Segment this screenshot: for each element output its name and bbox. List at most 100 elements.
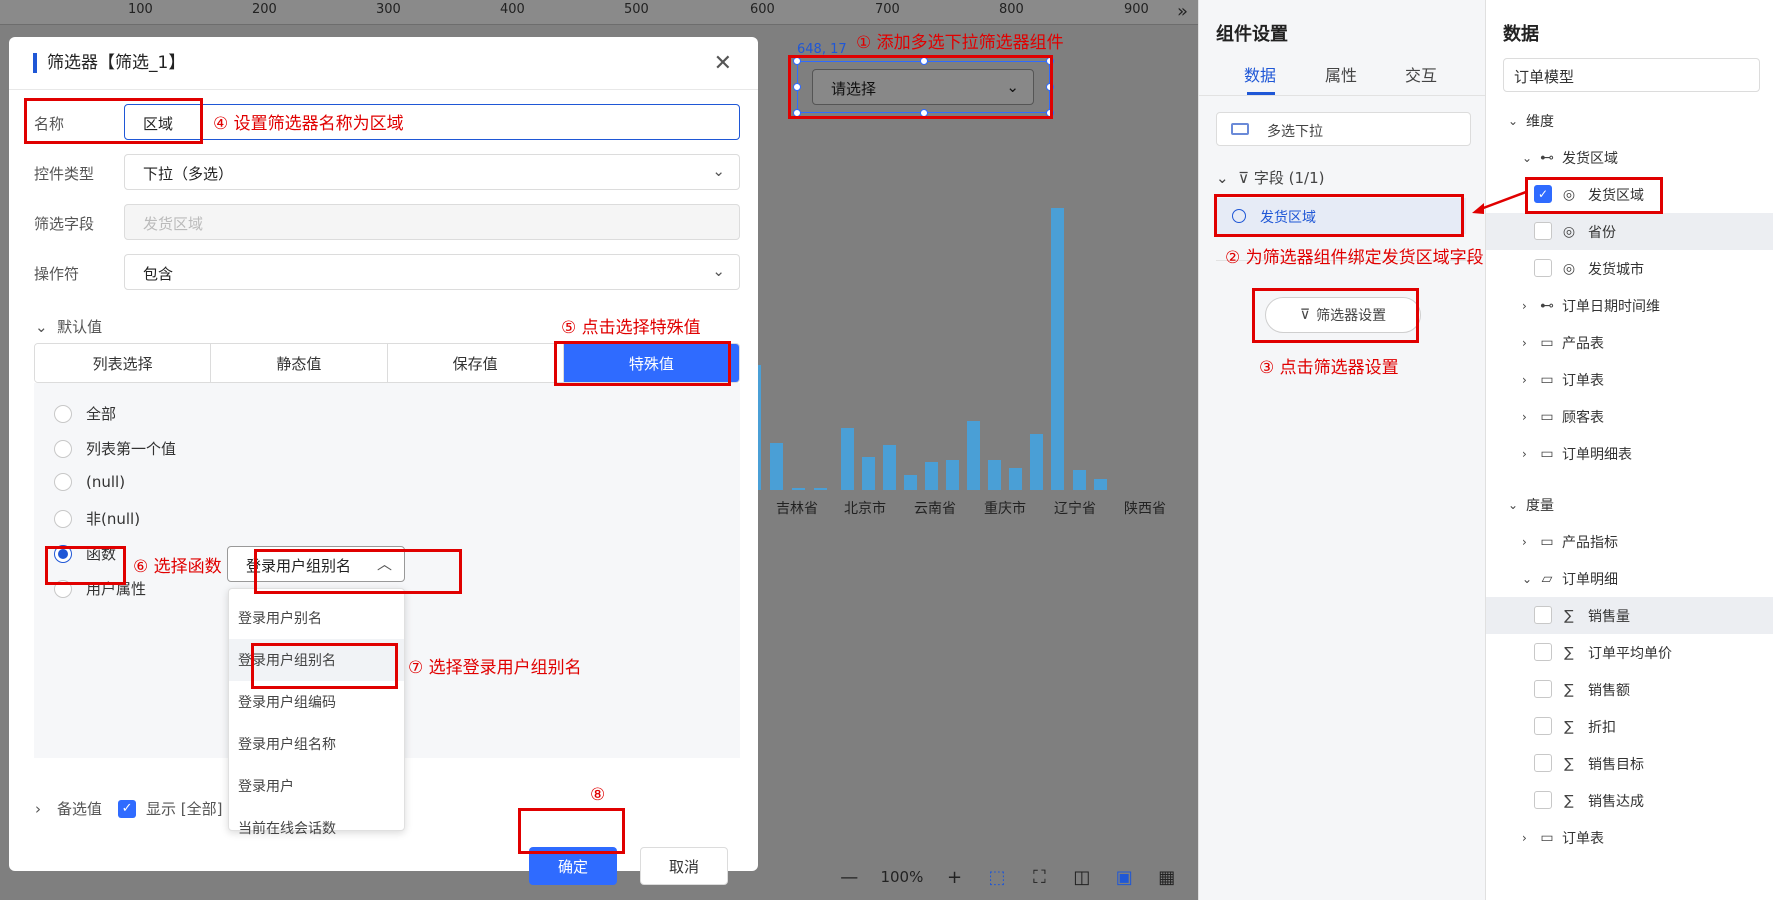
radio-label: 函数 [86,545,117,563]
radio-button[interactable] [54,439,72,458]
tab-interaction[interactable]: 交互 [1405,62,1437,86]
radio-button[interactable] [54,579,72,598]
field-checkbox[interactable] [1534,680,1552,698]
tree-measure[interactable]: ∑ 销售达成 [1486,782,1773,819]
resize-handle[interactable] [920,57,928,65]
sigma-icon: ∑ [1564,607,1574,624]
confirm-button[interactable]: 确定 [529,847,617,885]
tree-dimensions[interactable]: ⌄ 维度 [1486,102,1773,139]
tree-measure[interactable]: ∑ 折扣 [1486,708,1773,745]
globe-icon [1232,209,1246,223]
resize-handle[interactable] [793,57,801,65]
resize-handle[interactable] [1046,57,1054,65]
tree-folder[interactable]: › ▭ 订单表 [1486,819,1773,856]
radio-not-null[interactable]: 非(null) [54,508,140,529]
chevron-right-icon[interactable]: › [35,800,41,818]
field-checkbox[interactable] [1534,791,1552,809]
close-icon[interactable]: ✕ [714,51,732,76]
show-all-checkbox[interactable]: ✓ [118,799,137,818]
tree-label: 产品表 [1562,335,1604,352]
resize-handle[interactable] [793,109,801,117]
model-select[interactable]: 订单模型 [1503,58,1760,92]
field-checkbox[interactable] [1534,643,1552,661]
tree-folder[interactable]: ⌄ ▱ 订单明细 [1486,560,1773,597]
field-checkbox[interactable] [1534,259,1552,277]
field-checkbox[interactable]: ✓ [1534,185,1552,203]
filter-widget-select[interactable]: 请选择 ⌄ [812,69,1034,105]
chevron-down-icon: ⌄ [712,162,725,180]
resize-handle[interactable] [793,83,801,91]
radio-null[interactable]: (null) [54,473,125,491]
layout-icon[interactable]: ◫ [1071,864,1093,890]
fit-screen-icon[interactable]: ⛶ [1028,864,1050,890]
tree-dim-group[interactable]: ⌄ ⊷ 发货区域 [1486,139,1773,176]
chart-bar [967,421,980,490]
tab-data[interactable]: 数据 [1244,62,1276,86]
annotation-step-2: ② 为筛选器组件绑定发货区域字段 [1225,248,1484,268]
function-select[interactable]: 登录用户组别名 ︿ [227,546,405,582]
tree-field-province[interactable]: ◎ 省份 [1486,213,1773,250]
default-value-section-toggle[interactable]: ⌄ 默认值 [35,316,102,337]
tab-saved-value[interactable]: 保存值 [387,344,564,382]
show-all-label: 显示 [全部] [146,800,223,818]
tree-label: 销售达成 [1588,793,1644,810]
tree-measure[interactable]: ∑ 销售目标 [1486,745,1773,782]
radio-first-value[interactable]: 列表第一个值 [54,438,176,459]
radio-user-attribute[interactable]: 用户属性 [54,578,146,599]
tree-folder[interactable]: › ⊷ 订单日期时间维 [1486,287,1773,324]
zoom-in-icon[interactable]: + [943,864,965,890]
select-area-icon[interactable]: ⬚ [986,864,1008,890]
tree-measures[interactable]: ⌄ 度量 [1486,486,1773,523]
tree-folder[interactable]: › ▭ 订单表 [1486,361,1773,398]
radio-button[interactable] [54,509,72,528]
radio-button[interactable] [54,544,72,563]
multi-select-filter-widget[interactable]: 请选择 ⌄ [793,57,1054,117]
tab-list-select[interactable]: 列表选择 [35,344,212,382]
field-checkbox[interactable] [1534,754,1552,772]
tab-properties[interactable]: 属性 [1325,62,1357,86]
grid-icon[interactable]: ▦ [1156,864,1178,890]
tree-folder[interactable]: › ▭ 产品指标 [1486,523,1773,560]
annotation-step-1: ① 添加多选下拉筛选器组件 [856,33,1064,53]
zoom-out-icon[interactable]: — [838,864,860,890]
tree-folder[interactable]: › ▭ 顾客表 [1486,398,1773,435]
tree-measure[interactable]: ∑ 订单平均单价 [1486,634,1773,671]
operator-value: 包含 [143,265,174,283]
dropdown-widget-icon [1231,123,1249,135]
field-checkbox[interactable] [1534,606,1552,624]
radio-button[interactable] [54,404,72,423]
bound-field-item[interactable]: 发货区域 [1216,198,1466,234]
resize-handle[interactable] [1046,109,1054,117]
dropdown-option[interactable]: 登录用户别名 [229,597,404,639]
fields-header[interactable]: ⌄ ⊽ 字段 (1/1) [1216,167,1324,188]
operator-select[interactable]: 包含 ⌄ [124,254,740,290]
backup-values-label[interactable]: 备选值 [57,798,102,819]
tab-special-value[interactable]: 特殊值 [563,344,739,382]
tree-field-city[interactable]: ◎ 发货城市 [1486,250,1773,287]
collapse-panel-icon[interactable]: » [1177,1,1188,22]
tree-folder[interactable]: › ▭ 产品表 [1486,324,1773,361]
field-checkbox[interactable] [1534,717,1552,735]
tree-measure[interactable]: ∑ 销售量 [1486,597,1773,634]
dropdown-option[interactable]: 登录用户组名称 [229,723,404,765]
radio-function[interactable]: 函数 [54,543,116,564]
panel-layout-icon[interactable]: ▣ [1113,864,1135,890]
dropdown-option[interactable]: 当前在线会话数 [229,807,404,849]
dropdown-option[interactable]: 登录用户 [229,765,404,807]
radio-button[interactable] [54,473,72,491]
field-checkbox[interactable] [1534,222,1552,240]
folder-open-icon: ▱ [1541,570,1553,587]
radio-all[interactable]: 全部 [54,403,116,424]
dropdown-option[interactable]: 登录用户组编码 [229,681,404,723]
tab-static-value[interactable]: 静态值 [211,344,388,382]
chevron-right-icon: › [1522,446,1527,461]
cancel-button[interactable]: 取消 [640,847,728,885]
filter-settings-button[interactable]: ⊽ 筛选器设置 [1265,297,1421,333]
tree-measure[interactable]: ∑ 销售额 [1486,671,1773,708]
resize-handle[interactable] [1046,83,1054,91]
tree-folder[interactable]: › ▭ 订单明细表 [1486,435,1773,472]
dropdown-option[interactable]: 登录用户组别名 [229,639,404,681]
control-type-select[interactable]: 下拉（多选） ⌄ [124,154,740,190]
resize-handle[interactable] [920,109,928,117]
function-dropdown: 登录用户别名 登录用户组别名 登录用户组编码 登录用户组名称 登录用户 当前在线… [228,588,405,837]
